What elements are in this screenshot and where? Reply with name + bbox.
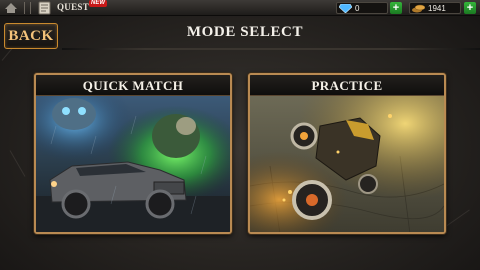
coins-counter: 1941 bbox=[409, 2, 461, 14]
practice-label: PRACTICE bbox=[250, 75, 444, 96]
quick-match-label: QUICK MATCH bbox=[36, 75, 230, 96]
back-button[interactable]: BACK bbox=[4, 23, 58, 49]
top-status-bar: QUEST NEW 0 + 1941 + bbox=[0, 0, 480, 16]
page-title: MODE SELECT bbox=[186, 24, 304, 40]
quick-match-artwork bbox=[36, 96, 230, 232]
quest-button[interactable]: QUEST bbox=[57, 2, 89, 12]
practice-artwork bbox=[250, 96, 444, 232]
new-badge: NEW bbox=[89, 0, 107, 7]
gem-icon bbox=[339, 4, 352, 13]
gems-value: 0 bbox=[355, 4, 360, 13]
background-scratch bbox=[9, 150, 26, 177]
coins-value: 1941 bbox=[428, 4, 446, 13]
add-coins-button[interactable]: + bbox=[464, 2, 476, 14]
quick-match-card[interactable]: QUICK MATCH bbox=[34, 73, 232, 234]
practice-card[interactable]: PRACTICE bbox=[248, 73, 446, 234]
gems-counter: 0 bbox=[336, 2, 388, 14]
back-button-label: BACK bbox=[8, 28, 54, 44]
quest-scroll-icon[interactable] bbox=[37, 1, 53, 15]
add-gems-button[interactable]: + bbox=[390, 2, 402, 14]
header-divider bbox=[62, 48, 480, 50]
divider bbox=[24, 2, 25, 14]
home-icon[interactable] bbox=[4, 2, 18, 14]
divider bbox=[30, 2, 31, 14]
coin-stack-icon bbox=[412, 4, 425, 13]
